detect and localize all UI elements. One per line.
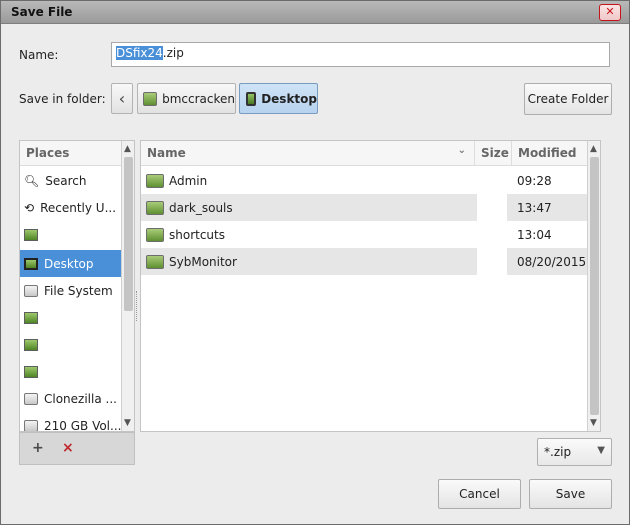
file-list-scrollbar[interactable]: ▲ ▼ (587, 141, 600, 431)
file-row[interactable]: dark_souls 13:47 (141, 194, 588, 221)
cancel-button[interactable]: Cancel (438, 479, 521, 509)
places-item-clonezilla[interactable]: Clonezilla ... (20, 385, 121, 412)
search-icon: 🔍︎ (24, 173, 40, 188)
save-file-dialog: Save File ✕ Name: DSfix24.zip Save in fo… (0, 0, 630, 525)
folder-icon (24, 311, 38, 324)
folder-icon (146, 227, 164, 242)
path-crumb-label: Desktop (261, 91, 317, 106)
save-button[interactable]: Save (529, 479, 612, 509)
save-in-folder-label: Save in folder: (19, 92, 106, 106)
home-folder-icon (143, 91, 158, 106)
places-scrollbar[interactable]: ▲ ▼ (121, 141, 134, 431)
path-crumb-label: bmccracken (162, 91, 235, 106)
file-row[interactable]: SybMonitor 08/20/2015 (141, 248, 588, 275)
file-row[interactable]: Admin 09:28 (141, 167, 588, 194)
window-title: Save File (11, 5, 73, 19)
home-folder-icon (24, 228, 38, 241)
desktop-icon (24, 257, 38, 270)
close-button[interactable]: ✕ (599, 4, 621, 21)
path-crumb-bmccracken[interactable]: bmccracken (137, 83, 236, 114)
folder-icon (146, 254, 164, 269)
file-list-scroll-thumb[interactable] (590, 157, 599, 415)
file-list: Name ⌄ Size Modified Admin 09:28 dark_so… (140, 140, 601, 432)
file-modified: 09:28 (517, 173, 552, 188)
file-modified: 08/20/2015 (517, 254, 587, 269)
places-sidebar: Places 🔍︎ Search ⟲ Recently U... Desktop… (19, 140, 135, 432)
places-item-search[interactable]: 🔍︎ Search (20, 167, 121, 194)
scroll-down-icon[interactable]: ▼ (124, 418, 131, 428)
places-item-desktop[interactable]: Desktop (20, 250, 121, 277)
column-header-modified[interactable]: Modified (512, 141, 588, 166)
places-item-bookmark[interactable] (20, 331, 121, 358)
name-label: Name: (19, 48, 59, 62)
name-selected-text: DSfix24 (116, 46, 163, 60)
column-header-label: Size (481, 146, 509, 160)
file-name: Admin (169, 173, 208, 188)
sort-chevron-icon: ⌄ (457, 145, 466, 156)
path-back-button[interactable]: ‹ (111, 83, 133, 114)
column-header-label: Modified (518, 146, 577, 160)
places-toolbar: + × (19, 432, 135, 465)
file-type-filter[interactable]: *.zip ▼ (537, 438, 612, 466)
file-name: SybMonitor (169, 254, 237, 269)
places-item-label: Desktop (44, 256, 94, 271)
places-item-label: Recently U... (40, 200, 117, 215)
path-crumb-desktop[interactable]: Desktop (239, 83, 318, 114)
desktop-folder-icon (246, 91, 257, 106)
chevron-down-icon: ▼ (597, 445, 605, 456)
file-name: shortcuts (169, 227, 225, 242)
column-header-size[interactable]: Size (475, 141, 512, 166)
filter-value: *.zip (544, 445, 572, 459)
add-bookmark-button[interactable]: + (32, 440, 44, 456)
scroll-up-icon[interactable]: ▲ (590, 144, 597, 154)
file-name-input[interactable]: DSfix24.zip (111, 42, 610, 67)
column-header-label: Name (147, 146, 186, 160)
places-header: Places (20, 141, 122, 166)
file-modified: 13:04 (517, 227, 552, 242)
drive-icon (24, 392, 38, 405)
create-folder-button[interactable]: Create Folder (524, 83, 612, 115)
folder-icon (146, 173, 164, 188)
recent-icon: ⟲ (24, 200, 35, 215)
column-header-name[interactable]: Name ⌄ (141, 141, 475, 166)
places-item-volume[interactable]: 210 GB Vol... (20, 412, 121, 432)
drive-icon (24, 419, 38, 431)
places-item-recent[interactable]: ⟲ Recently U... (20, 194, 121, 221)
places-item-label: File System (44, 283, 113, 298)
places-item-bookmark[interactable] (20, 304, 121, 331)
file-modified: 13:47 (517, 200, 552, 215)
places-scroll-thumb[interactable] (124, 157, 133, 311)
places-item-label: Search (45, 173, 87, 188)
places-item-label: 210 GB Vol... (44, 418, 121, 432)
scroll-up-icon[interactable]: ▲ (124, 144, 131, 154)
drive-icon (24, 284, 38, 297)
places-item-home[interactable] (20, 221, 121, 248)
folder-icon (146, 200, 164, 215)
remove-bookmark-button[interactable]: × (62, 440, 74, 456)
file-row[interactable]: shortcuts 13:04 (141, 221, 588, 248)
places-item-file-system[interactable]: File System (20, 277, 121, 304)
scroll-down-icon[interactable]: ▼ (590, 418, 597, 428)
folder-icon (24, 365, 38, 378)
places-item-bookmark[interactable] (20, 358, 121, 385)
places-item-label: Clonezilla ... (44, 391, 117, 406)
folder-icon (24, 338, 38, 351)
name-extension-text: .zip (162, 46, 184, 60)
file-name: dark_souls (169, 200, 233, 215)
title-bar[interactable]: Save File ✕ (1, 1, 629, 24)
